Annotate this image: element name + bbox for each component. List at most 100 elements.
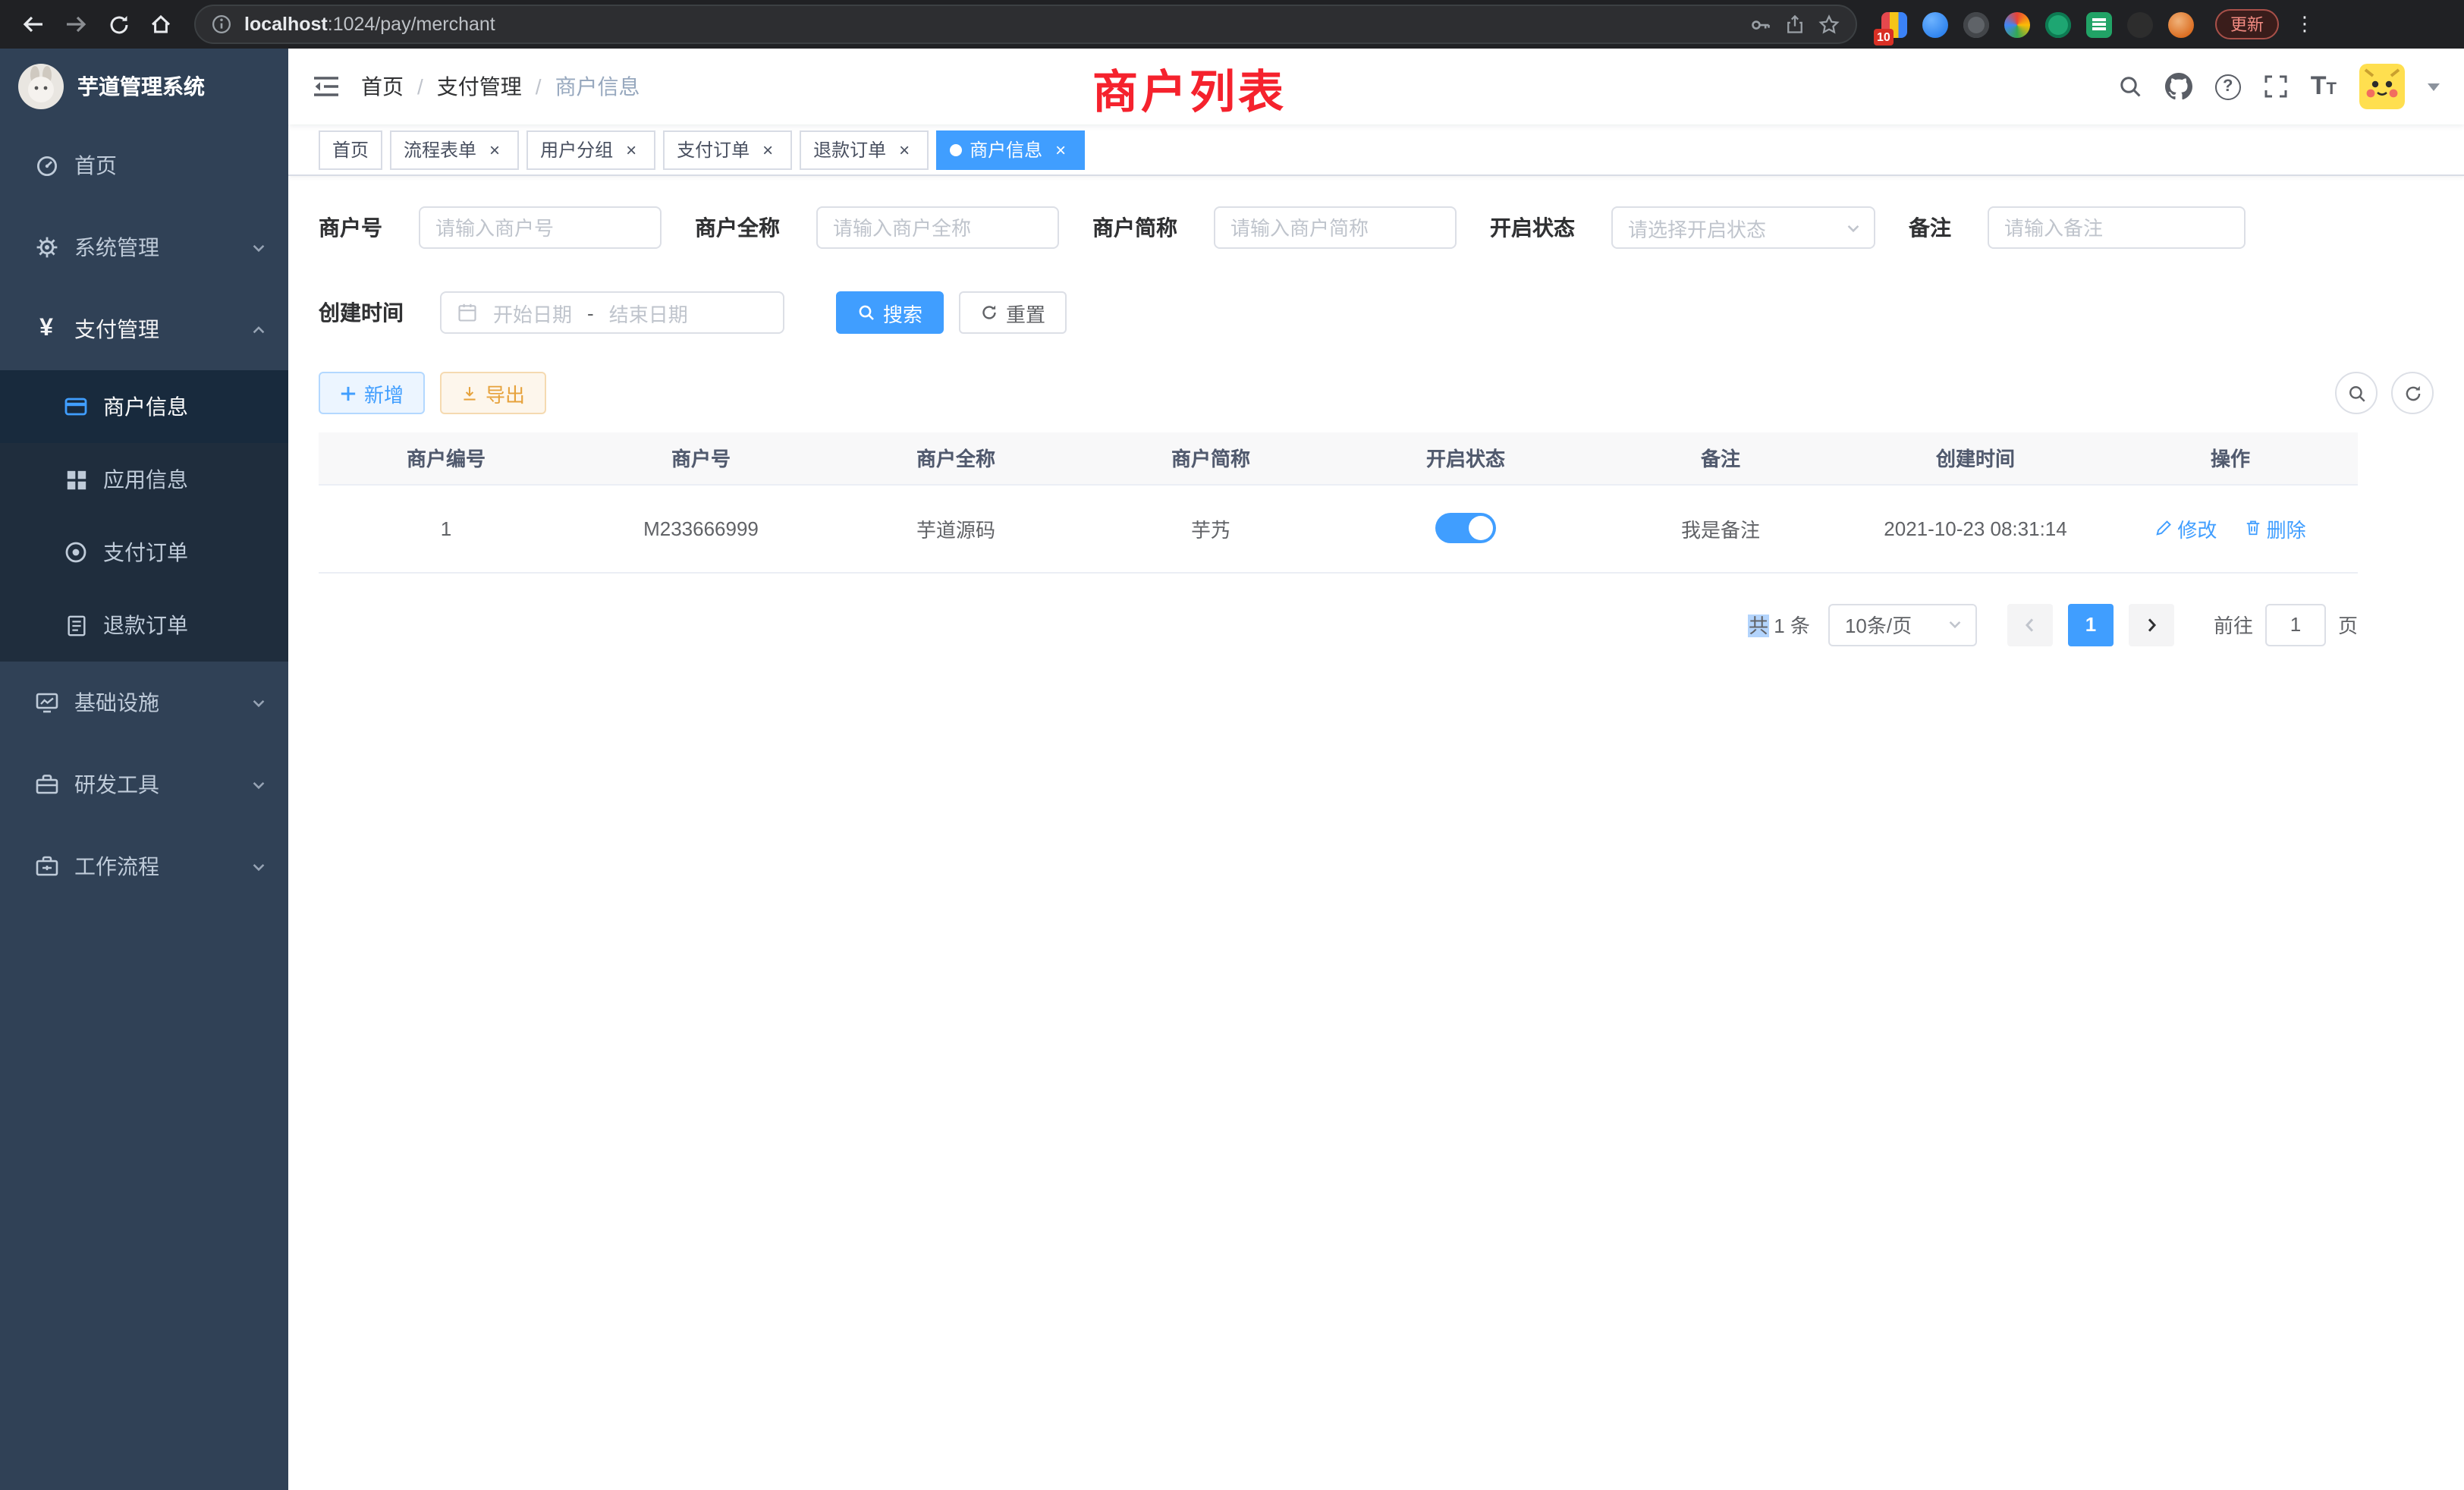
tab-merchant-info[interactable]: 商户信息 xyxy=(936,130,1085,169)
tab-user-group[interactable]: 用户分组 xyxy=(526,130,655,169)
password-key-icon[interactable] xyxy=(1749,13,1772,36)
app-logo[interactable]: 芋道管理系统 xyxy=(0,49,288,124)
tab-label: 用户分组 xyxy=(540,137,613,162)
page-size-select[interactable]: 10条/页 xyxy=(1828,603,1977,646)
filter-row-1: 商户号 商户全称 商户简称 开启状态 请选择开启状态 xyxy=(319,206,2434,249)
gear-icon xyxy=(33,234,59,260)
search-button[interactable]: 搜索 xyxy=(836,291,944,334)
field-label: 开启状态 xyxy=(1490,212,1575,243)
total-rest: 1 条 xyxy=(1768,615,1810,637)
user-avatar[interactable] xyxy=(2359,64,2405,109)
payment-submenu: 商户信息 应用信息 支付订单 xyxy=(0,370,288,662)
sidebar-item-workflow[interactable]: 工作流程 xyxy=(0,825,288,907)
font-size-icon[interactable] xyxy=(2311,71,2337,102)
reset-button[interactable]: 重置 xyxy=(959,291,1067,334)
breadcrumb-payment[interactable]: 支付管理 xyxy=(437,71,522,102)
close-icon[interactable] xyxy=(894,139,915,160)
next-page-button[interactable] xyxy=(2129,603,2174,646)
help-icon[interactable] xyxy=(2215,74,2241,99)
close-icon[interactable] xyxy=(1050,139,1071,160)
short-name-input[interactable] xyxy=(1214,206,1457,249)
delete-link[interactable]: 删除 xyxy=(2244,514,2306,542)
edit-link[interactable]: 修改 xyxy=(2154,514,2217,542)
toolbox-icon xyxy=(33,772,59,797)
merchant-no-input[interactable] xyxy=(419,206,662,249)
add-button[interactable]: 新增 xyxy=(319,372,425,414)
navbar: 首页 / 支付管理 / 商户信息 xyxy=(288,49,2464,124)
sidebar-item-label: 系统管理 xyxy=(74,232,159,262)
sidebar-item-payment[interactable]: 支付管理 xyxy=(0,288,288,370)
header-search-icon[interactable] xyxy=(2118,74,2142,99)
extension-colorwheel-icon[interactable] xyxy=(2004,11,2030,37)
status-select[interactable]: 请选择开启状态 xyxy=(1611,206,1875,249)
chevron-down-icon xyxy=(250,239,267,256)
refresh-icon xyxy=(2403,383,2422,403)
refresh-table-button[interactable] xyxy=(2391,372,2434,414)
sidebar-item-devtools[interactable]: 研发工具 xyxy=(0,743,288,825)
field-label: 创建时间 xyxy=(319,297,404,328)
yen-icon xyxy=(33,316,59,342)
date-start-placeholder: 开始日期 xyxy=(493,298,572,327)
fullscreen-icon[interactable] xyxy=(2264,74,2288,99)
extension-notes-icon[interactable] xyxy=(2086,11,2112,37)
browser-profile-avatar[interactable] xyxy=(2168,11,2194,37)
table-header-row: 商户编号 商户号 商户全称 商户简称 开启状态 备注 创建时间 操作 xyxy=(319,432,2358,484)
share-icon[interactable] xyxy=(1784,14,1806,35)
home-icon[interactable] xyxy=(143,6,179,42)
address-bar[interactable]: localhost:1024/pay/merchant xyxy=(194,5,1857,44)
sidebar-item-pay-order[interactable]: 支付订单 xyxy=(0,516,288,589)
tab-home[interactable]: 首页 xyxy=(319,130,382,169)
app-title: 芋道管理系统 xyxy=(77,71,205,102)
sidebar-item-app-info[interactable]: 应用信息 xyxy=(0,443,288,516)
filter-row-2: 创建时间 开始日期 - 结束日期 搜索 重置 xyxy=(319,291,2434,334)
field-label: 商户简称 xyxy=(1092,212,1177,243)
extension-pinwheel-icon[interactable] xyxy=(2127,11,2153,37)
reload-icon[interactable] xyxy=(100,6,137,42)
current-page-button[interactable]: 1 xyxy=(2068,603,2114,646)
tab-pay-order[interactable]: 支付订单 xyxy=(663,130,792,169)
close-icon[interactable] xyxy=(621,139,642,160)
toggle-search-button[interactable] xyxy=(2335,372,2378,414)
status-toggle[interactable] xyxy=(1435,513,1496,543)
prev-page-button[interactable] xyxy=(2007,603,2053,646)
page-size-value: 10条/页 xyxy=(1845,610,1912,639)
export-button[interactable]: 导出 xyxy=(440,372,546,414)
extension-bars-icon[interactable]: 10 xyxy=(1881,11,1907,37)
page-jumper: 前往 页 xyxy=(2214,603,2358,646)
close-icon[interactable] xyxy=(484,139,505,160)
sidebar-item-infra[interactable]: 基础设施 xyxy=(0,662,288,743)
sidebar-item-refund-order[interactable]: 退款订单 xyxy=(0,589,288,662)
back-icon[interactable] xyxy=(15,6,52,42)
full-name-input[interactable] xyxy=(816,206,1059,249)
extension-green-check-icon[interactable] xyxy=(2045,11,2071,37)
breadcrumb-home[interactable]: 首页 xyxy=(361,71,404,102)
refresh-icon xyxy=(980,303,998,322)
navbar-actions xyxy=(2118,64,2440,109)
tab-refund-order[interactable]: 退款订单 xyxy=(800,130,929,169)
chrome-update-button[interactable]: 更新 xyxy=(2215,9,2279,39)
date-range-picker[interactable]: 开始日期 - 结束日期 xyxy=(440,291,784,334)
filter-create-time: 创建时间 开始日期 - 结束日期 xyxy=(319,291,784,334)
tab-process-form[interactable]: 流程表单 xyxy=(390,130,519,169)
logo-avatar xyxy=(18,64,64,109)
date-separator: - xyxy=(587,301,594,324)
jump-label: 前往 xyxy=(2214,610,2253,639)
chevron-down-icon xyxy=(1845,219,1862,236)
forward-icon[interactable] xyxy=(58,6,94,42)
breadcrumb: 首页 / 支付管理 / 商户信息 xyxy=(361,71,640,102)
close-icon[interactable] xyxy=(757,139,778,160)
github-icon[interactable] xyxy=(2165,73,2192,100)
site-info-icon[interactable] xyxy=(211,14,232,35)
sidebar-item-home[interactable]: 首页 xyxy=(0,124,288,206)
sidebar-item-system[interactable]: 系统管理 xyxy=(0,206,288,288)
avatar-caret-icon[interactable] xyxy=(2428,83,2440,90)
remark-input[interactable] xyxy=(1988,206,2246,249)
jump-page-input[interactable] xyxy=(2265,603,2326,646)
edit-label: 修改 xyxy=(2177,514,2217,542)
extension-drop-icon[interactable] xyxy=(1922,11,1948,37)
sidebar-toggle-icon[interactable] xyxy=(313,74,340,99)
bookmark-star-icon[interactable] xyxy=(1818,13,1840,36)
sidebar-item-merchant-info[interactable]: 商户信息 xyxy=(0,370,288,443)
browser-menu-icon[interactable] xyxy=(2294,12,2315,36)
extension-gray-icon[interactable] xyxy=(1963,11,1989,37)
